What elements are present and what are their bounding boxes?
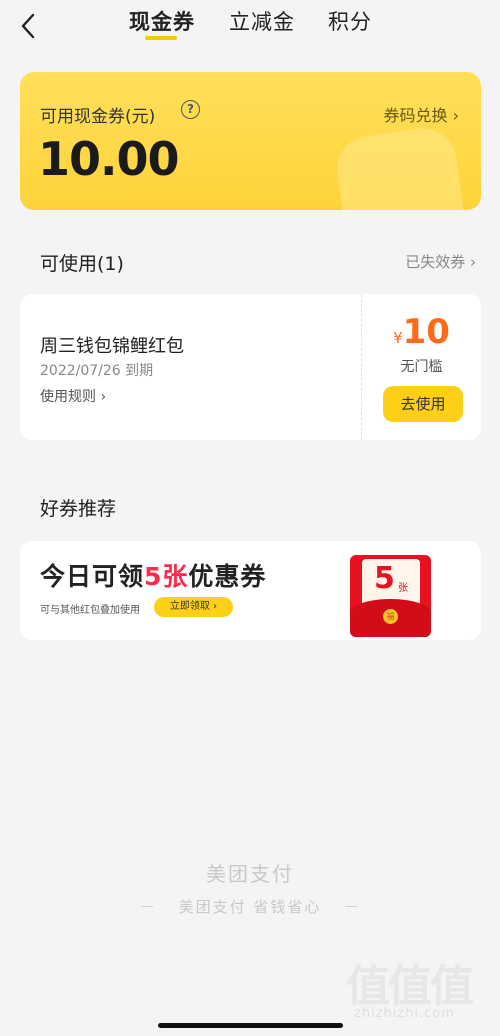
watermark-logo: 值值值 xyxy=(346,961,474,1012)
usable-section-title: 可使用(1) xyxy=(40,253,124,275)
home-indicator xyxy=(158,1023,343,1028)
coupon-rules-link[interactable]: 使用规则 › xyxy=(40,386,106,406)
envelope-unit: 张 xyxy=(398,583,408,594)
coupon-rules-label: 使用规则 xyxy=(40,389,96,405)
envelope-number: 5 xyxy=(374,561,395,596)
promo-headline-suffix: 优惠券 xyxy=(188,562,267,591)
chevron-right-icon: › xyxy=(470,253,476,271)
coupon-currency: ¥ xyxy=(393,329,403,347)
promo-banner[interactable]: 今日可领5张优惠券 可与其他红包叠加使用 立即领取 › 5 张 福 xyxy=(20,541,481,640)
expired-coupons-link[interactable]: 已失效券 › xyxy=(405,251,476,272)
redeem-code-link[interactable]: 券码兑换 › xyxy=(383,102,459,126)
coupon-amount: 10 xyxy=(402,312,450,352)
balance-label: 可用现金券(元) xyxy=(40,107,156,127)
tab-bar: 现金券 立减金 积分 xyxy=(0,0,500,50)
claim-now-button[interactable]: 立即领取 › xyxy=(154,597,233,617)
coupon-threshold: 无门槛 xyxy=(400,359,443,375)
balance-card: 可用现金券(元) ? 券码兑换 › 10.00 xyxy=(20,72,481,210)
redeem-code-label: 券码兑换 xyxy=(383,106,448,125)
promo-subtext: 可与其他红包叠加使用 xyxy=(40,605,140,616)
balance-amount: 10.00 xyxy=(38,132,180,186)
promo-headline-prefix: 今日可领 xyxy=(40,562,145,591)
active-tab-indicator xyxy=(145,36,177,40)
slogan-dash-right xyxy=(345,906,357,907)
expired-coupons-label: 已失效券 xyxy=(405,253,466,271)
tab-instant-discount[interactable]: 立减金 xyxy=(229,6,295,36)
claim-now-label: 立即领取 xyxy=(169,601,210,612)
top-nav: 现金券 立减金 积分 xyxy=(0,0,500,50)
promo-headline: 今日可领5张优惠券 xyxy=(40,557,266,593)
balance-card-decoration xyxy=(332,124,466,210)
footer-brand: 美团支付 xyxy=(206,862,294,886)
promo-headline-highlight: 5张 xyxy=(144,562,189,591)
envelope-seal: 福 xyxy=(383,609,398,624)
coupon-card: 周三钱包锦鲤红包 2022/07/26 到期 使用规则 › ¥10 无门槛 去使… xyxy=(20,294,481,440)
coupon-expiry: 2022/07/26 到期 xyxy=(40,363,154,379)
footer-slogan: 美团支付 省钱省心 xyxy=(178,898,322,916)
coupon-name: 周三钱包锦鲤红包 xyxy=(40,336,184,357)
chevron-right-icon: › xyxy=(213,601,218,612)
use-coupon-button[interactable]: 去使用 xyxy=(383,386,463,422)
red-envelope-icon: 5 张 福 xyxy=(350,555,431,637)
watermark-url: zhizhizhi.com xyxy=(354,1006,455,1021)
chevron-right-icon: › xyxy=(452,106,459,125)
question-circle-icon[interactable]: ? xyxy=(181,100,200,119)
coupon-value: ¥10 xyxy=(362,312,481,352)
chevron-right-icon: › xyxy=(100,389,107,405)
recommend-section-title: 好券推荐 xyxy=(40,498,117,520)
footer-slogan-row: 美团支付 省钱省心 xyxy=(0,896,500,918)
tab-cash-coupon[interactable]: 现金券 xyxy=(129,6,195,36)
tab-points[interactable]: 积分 xyxy=(328,6,372,36)
